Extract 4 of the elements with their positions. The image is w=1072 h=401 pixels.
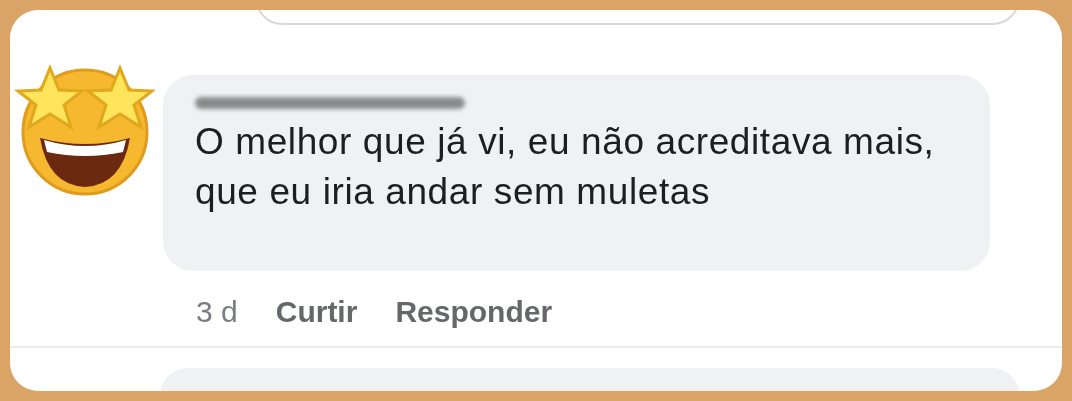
action-link[interactable]: Curtir <box>275 289 358 334</box>
timestamp: 3 d <box>196 294 238 330</box>
comment-text: O melhor que já vi, eu não acreditava mais, que eu iria andar sem muletas <box>195 120 936 214</box>
action-link[interactable]: Responder <box>395 289 553 334</box>
